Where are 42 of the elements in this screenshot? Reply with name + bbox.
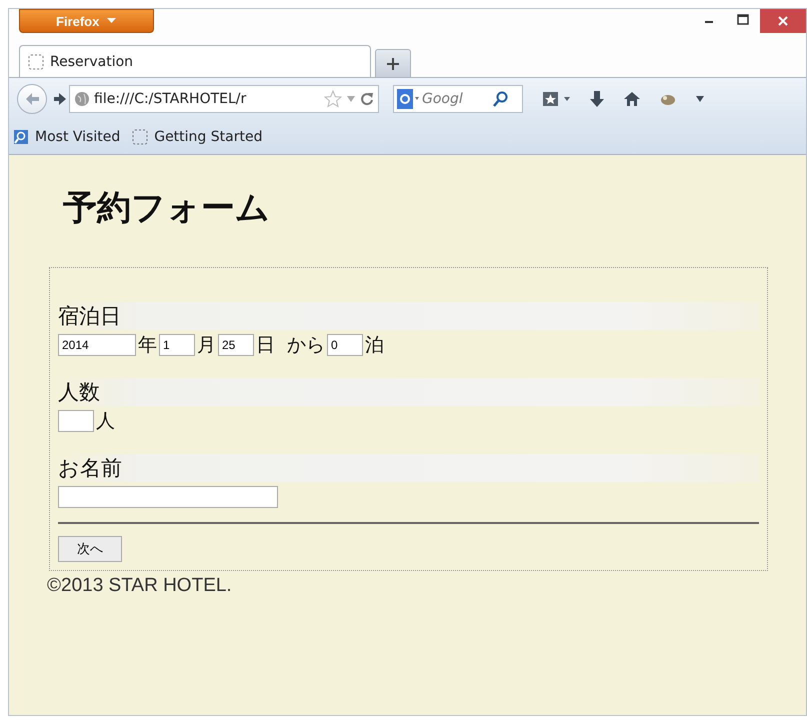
home-icon[interactable] bbox=[623, 91, 641, 107]
bookmark-link[interactable]: Most Visited bbox=[35, 129, 120, 145]
plus-icon bbox=[387, 58, 399, 70]
search-icon[interactable] bbox=[493, 91, 509, 107]
address-bar[interactable]: file:///C:/STARHOTEL/r bbox=[69, 85, 379, 113]
unit-label: 月 bbox=[197, 333, 216, 358]
menu-dropdown-icon[interactable] bbox=[695, 95, 705, 103]
page-heading: 予約フォーム bbox=[63, 187, 270, 230]
next-button[interactable]: 次へ bbox=[58, 536, 122, 562]
new-tab-button[interactable] bbox=[375, 49, 411, 77]
back-arrow-icon bbox=[24, 92, 40, 106]
search-input[interactable]: Googl bbox=[422, 91, 490, 107]
globe-icon bbox=[74, 91, 90, 107]
input-field[interactable]: 2014 bbox=[58, 334, 136, 356]
bookmark-folder-icon bbox=[13, 129, 29, 145]
forward-icon[interactable] bbox=[53, 92, 67, 106]
address-text: file:///C:/STARHOTEL/r bbox=[94, 91, 248, 107]
page-icon bbox=[132, 129, 148, 145]
section-title: 人数 bbox=[58, 379, 100, 406]
bookmarks-icon[interactable] bbox=[543, 91, 571, 107]
unit-label: 泊 bbox=[365, 333, 384, 358]
reload-icon[interactable] bbox=[360, 92, 374, 106]
input-field[interactable]: 25 bbox=[218, 334, 254, 356]
page-icon bbox=[28, 54, 44, 70]
close-icon[interactable] bbox=[760, 9, 806, 33]
unit-label: 年 bbox=[138, 333, 157, 358]
section-title: お名前 bbox=[58, 455, 122, 482]
section-title: 宿泊日 bbox=[58, 303, 121, 330]
input-field[interactable]: 1 bbox=[159, 334, 195, 356]
star-icon[interactable] bbox=[324, 90, 342, 108]
download-icon[interactable] bbox=[589, 90, 605, 108]
caret-icon bbox=[107, 18, 116, 24]
input-field[interactable] bbox=[58, 410, 94, 432]
unit-label: 人 bbox=[96, 409, 115, 434]
bookmark-link[interactable]: Getting Started bbox=[154, 129, 262, 145]
browser-tab[interactable]: Reservation bbox=[19, 45, 371, 77]
unit-label: から bbox=[287, 333, 325, 358]
input-field[interactable]: 0 bbox=[327, 334, 363, 356]
unit-label: 日 bbox=[256, 333, 275, 358]
input-field[interactable] bbox=[58, 486, 278, 508]
search-field[interactable]: Googl bbox=[393, 85, 523, 113]
copyright-text: ©2013 STAR HOTEL. bbox=[47, 575, 232, 597]
